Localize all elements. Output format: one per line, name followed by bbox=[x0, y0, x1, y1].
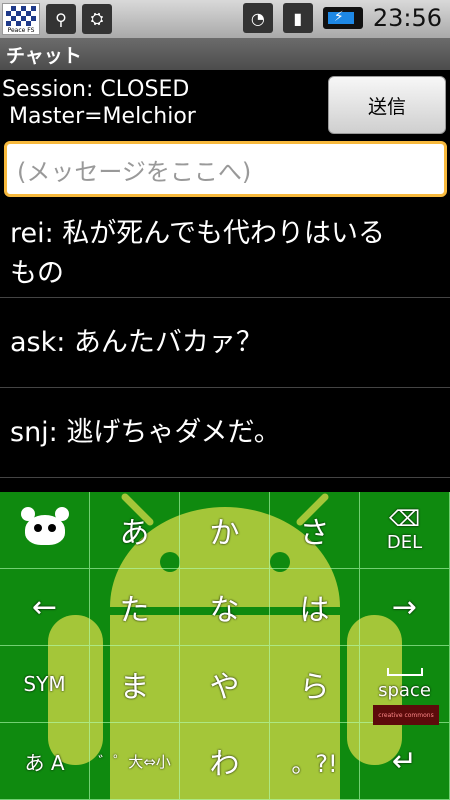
wifi-icon: ◔ bbox=[242, 3, 273, 33]
message-text: rei: 私が死んでも代わりはいる bbox=[10, 218, 385, 249]
list-item[interactable]: rei: 私が死んでも代わりはいる もの bbox=[0, 202, 450, 298]
punctuation-key[interactable]: 。?! bbox=[270, 723, 360, 800]
cursor-right-key[interactable]: → bbox=[360, 569, 450, 646]
peace-fs-app-icon: Peace FS bbox=[2, 3, 40, 35]
key-ya[interactable]: や bbox=[180, 646, 270, 723]
input-mode-key[interactable]: あ A bbox=[0, 723, 90, 800]
symbol-key[interactable]: SYM bbox=[0, 646, 90, 723]
list-item[interactable]: snj: 逃げちゃダメだ。 bbox=[0, 388, 450, 478]
send-button[interactable]: 送信 bbox=[328, 76, 446, 134]
message-text: ask: あんたバカァ？ bbox=[10, 326, 263, 358]
window-title: チャット bbox=[6, 44, 82, 67]
input-mode-label: あ A bbox=[24, 750, 65, 775]
session-master: Master=Melchior bbox=[2, 104, 196, 129]
soft-keyboard: あ か さ ⌫ DEL ← た な は → SYM ま や ら space あ … bbox=[0, 492, 450, 800]
key-a[interactable]: あ bbox=[90, 492, 180, 569]
key-ha[interactable]: は bbox=[270, 569, 360, 646]
key-sa[interactable]: さ bbox=[270, 492, 360, 569]
key-ra[interactable]: ら bbox=[270, 646, 360, 723]
key-ta[interactable]: た bbox=[90, 569, 180, 646]
space-icon bbox=[386, 667, 423, 676]
message-text: snj: 逃げちゃダメだ。 bbox=[10, 416, 281, 448]
window-title-bar: チャット bbox=[0, 38, 450, 70]
enter-key[interactable]: ↵ bbox=[360, 723, 450, 800]
battery-charging-icon: ⚡ bbox=[322, 7, 363, 29]
message-text-cont: もの bbox=[10, 258, 64, 289]
key-wa[interactable]: わ bbox=[180, 723, 270, 800]
list-item[interactable]: ask: あんたバカァ？ bbox=[0, 298, 450, 388]
key-ma[interactable]: ま bbox=[90, 646, 180, 723]
keyboard-grid: あ か さ ⌫ DEL ← た な は → SYM ま や ら space あ … bbox=[0, 492, 450, 800]
key-na[interactable]: な bbox=[180, 569, 270, 646]
delete-label: DEL bbox=[386, 532, 423, 553]
status-bar: Peace FS ⚲ ⛭ ◔ ▮ ⚡ 23:56 bbox=[0, 0, 450, 38]
face-icon bbox=[20, 507, 69, 545]
message-input-placeholder: (メッセージをここへ) bbox=[17, 157, 252, 186]
android-debug-icon: ⛭ bbox=[82, 4, 112, 34]
usb-icon: ⚲ bbox=[46, 4, 76, 34]
signal-icon: ▮ bbox=[282, 3, 313, 33]
cursor-left-key[interactable]: ← bbox=[0, 569, 90, 646]
dakuten-case-key[interactable]: ゛゜大⇔小 bbox=[90, 723, 180, 800]
creative-commons-tag: creative commons bbox=[373, 705, 439, 725]
emoji-key[interactable] bbox=[0, 492, 90, 569]
backspace-icon: ⌫ bbox=[388, 507, 421, 532]
delete-key[interactable]: ⌫ DEL bbox=[360, 492, 450, 569]
space-label: space bbox=[378, 679, 431, 701]
clock: 23:56 bbox=[372, 4, 442, 32]
key-ka[interactable]: か bbox=[180, 492, 270, 569]
message-list[interactable]: rei: 私が死んでも代わりはいる もの ask: あんたバカァ？ snj: 逃… bbox=[0, 202, 450, 478]
message-input[interactable]: (メッセージをここへ) bbox=[4, 141, 447, 197]
session-status: Session: CLOSED bbox=[2, 77, 190, 102]
